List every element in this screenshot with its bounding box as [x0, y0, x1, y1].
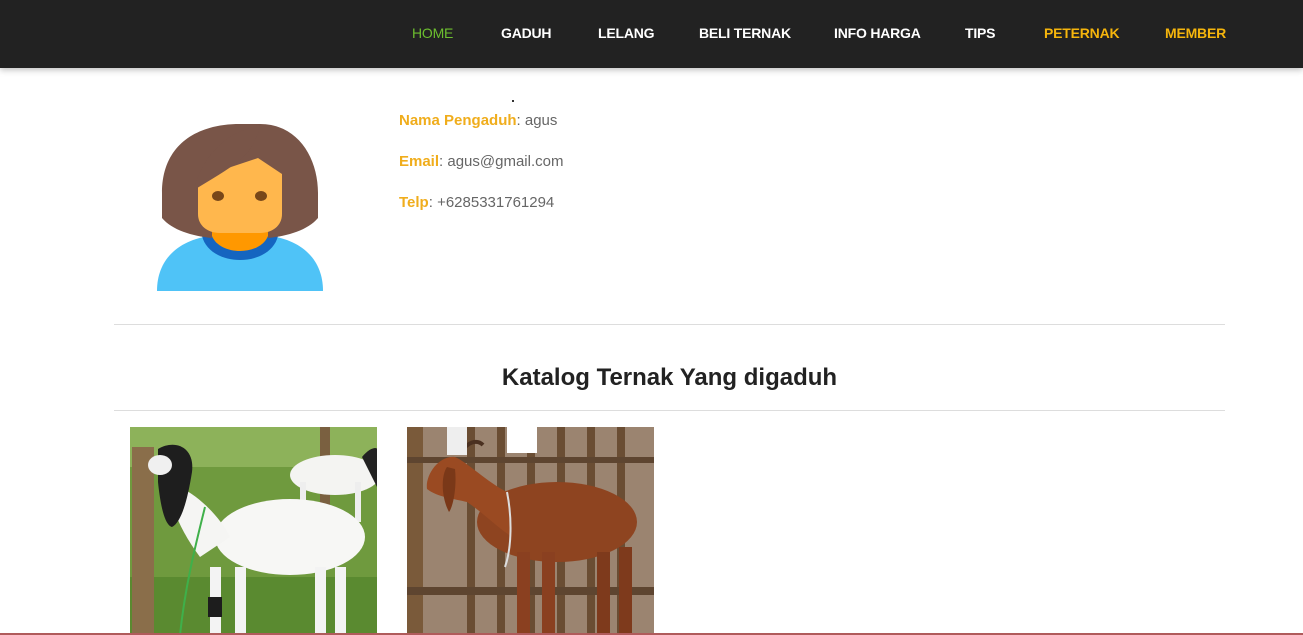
- nav-home[interactable]: HOME: [412, 25, 453, 41]
- profile-email-label: Email: [399, 153, 440, 170]
- section-divider: [114, 324, 1225, 325]
- profile-email-row: Email: agus@gmail.com: [399, 153, 563, 170]
- brown-goat-photo: [407, 427, 654, 635]
- catalog-divider: [114, 410, 1225, 411]
- profile-phone-value: : +6285331761294: [428, 194, 555, 211]
- nav-tips[interactable]: TIPS: [965, 25, 996, 41]
- user-avatar-icon: [150, 118, 330, 298]
- profile-phone-label: Telp: [399, 194, 429, 211]
- profile-email-value: : agus@gmail.com: [439, 153, 564, 170]
- stray-dot: [512, 100, 514, 102]
- nav-beli-ternak[interactable]: BELI TERNAK: [699, 25, 791, 41]
- profile-name-label: Nama Pengaduh: [399, 112, 517, 129]
- catalog-title: Katalog Ternak Yang digaduh: [501, 364, 838, 391]
- catalog-item-brown-goat[interactable]: [407, 427, 654, 635]
- profile-name-value: : agus: [516, 112, 558, 129]
- nav-info-harga[interactable]: INFO HARGA: [834, 25, 921, 41]
- nav-lelang[interactable]: LELANG: [598, 25, 655, 41]
- white-goat-photo: [130, 427, 377, 635]
- nav-gaduh[interactable]: GADUH: [501, 25, 552, 41]
- nav-member[interactable]: MEMBER: [1165, 25, 1226, 41]
- profile-name-row: Nama Pengaduh: agus: [399, 112, 557, 129]
- profile-phone-row: Telp: +6285331761294: [399, 194, 554, 211]
- catalog-item-white-goat[interactable]: [130, 427, 377, 635]
- top-navbar: HOME GADUH LELANG BELI TERNAK INFO HARGA…: [0, 0, 1303, 68]
- nav-peternak[interactable]: PETERNAK: [1044, 25, 1120, 41]
